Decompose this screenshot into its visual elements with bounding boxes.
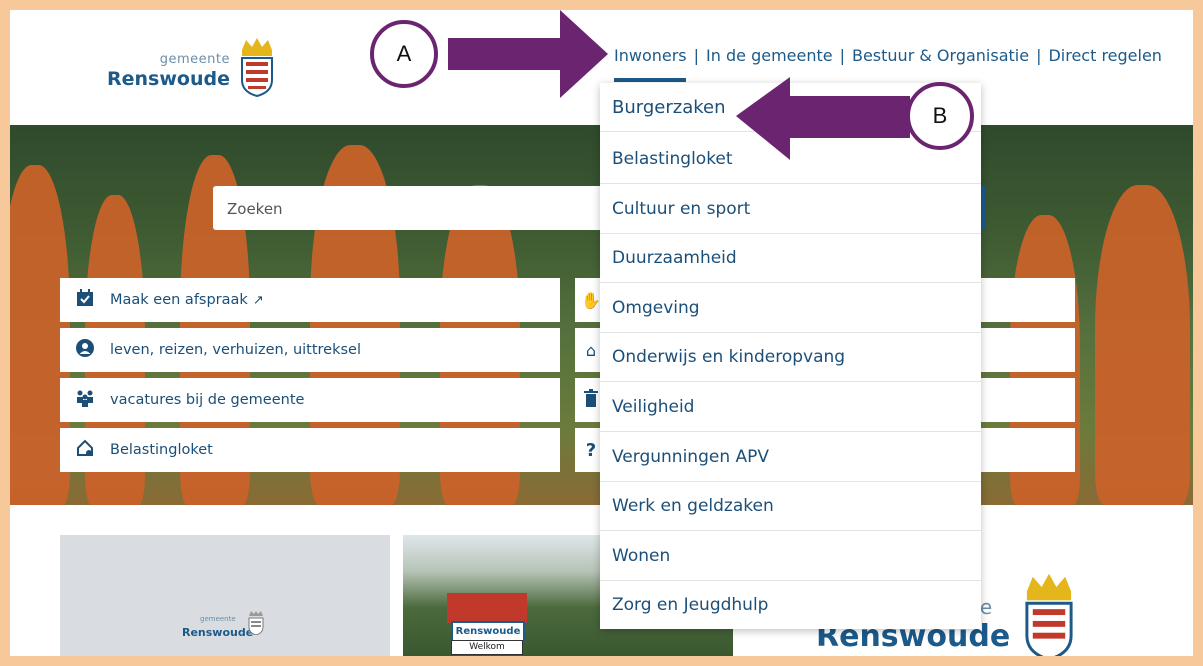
annotation-b: B [906, 82, 974, 150]
page: gemeente Renswoude Inwoners | In de gemeen… [10, 10, 1193, 656]
annotation-a: A [370, 20, 438, 88]
annotation-arrows [448, 10, 910, 160]
arrow-a [448, 10, 608, 98]
arrow-b [736, 77, 910, 160]
